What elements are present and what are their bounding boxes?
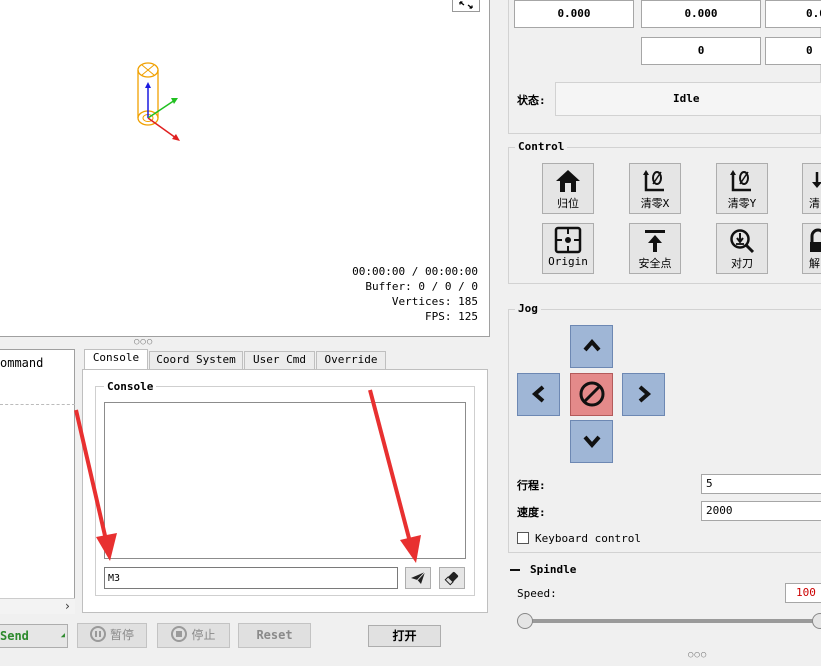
origin-icon — [554, 226, 582, 254]
jog-speed-label: 速度: — [517, 506, 546, 519]
travel-label: 行程: — [517, 479, 546, 492]
zero-x-icon — [643, 170, 664, 192]
collapse-icon[interactable] — [510, 569, 520, 571]
vertices-readout: Vertices: 185 — [391, 295, 478, 308]
state-value: Idle — [673, 92, 700, 105]
zero-y-icon — [730, 170, 751, 192]
vertical-splitter-handle[interactable]: ○○○ — [688, 650, 707, 660]
3d-viewport[interactable]: 00:00:00 / 00:00:00 Buffer: 0 / 0 / 0 Ve… — [0, 0, 490, 337]
column-header-command: ommand — [0, 356, 44, 370]
spindle-speed-input[interactable]: 100 — [785, 583, 821, 603]
eraser-icon — [444, 571, 459, 586]
clear-console-button[interactable] — [439, 567, 465, 589]
zero-y-button[interactable]: 清零Y — [716, 163, 768, 214]
zero-z-icon — [812, 172, 821, 188]
chevron-left-icon — [531, 385, 544, 403]
buffer-readout: Buffer: 0 / 0 / 0 — [365, 280, 478, 293]
time-readout: 00:00:00 / 00:00:00 — [352, 265, 478, 278]
tab-override[interactable]: Override — [316, 351, 386, 369]
tab-console[interactable]: Console — [84, 349, 148, 370]
slider-min-handle[interactable] — [517, 613, 533, 629]
command-input[interactable] — [104, 567, 398, 589]
work-x-display: 0.000 — [514, 0, 634, 28]
probe-label: 对刀 — [731, 257, 753, 270]
chevron-right-icon — [638, 385, 651, 403]
probe-button[interactable]: 对刀 — [716, 223, 768, 274]
pause-label: 暂停 — [109, 628, 134, 642]
keyboard-control-label: Keyboard control — [535, 532, 641, 545]
tab-user-cmd[interactable]: User Cmd — [244, 351, 315, 369]
send-command-button[interactable] — [405, 567, 431, 589]
zero-x-label: 清零X — [640, 197, 670, 210]
control-group-title: Control — [515, 140, 568, 153]
spindle-speed-label: Speed: — [517, 587, 557, 600]
jog-right-button[interactable] — [622, 373, 665, 416]
unlock-icon — [810, 228, 821, 252]
open-port-button[interactable]: 打开 — [368, 625, 441, 647]
fps-readout: FPS: 125 — [425, 310, 478, 323]
divider — [0, 404, 75, 405]
unlock-label: 解 — [809, 257, 820, 270]
send-label: Send — [0, 629, 29, 643]
send-button[interactable]: Send ◢ — [0, 624, 68, 648]
stop-label: 停止 — [191, 628, 216, 642]
fullscreen-icon[interactable] — [452, 0, 480, 12]
work-y-display: 0.000 — [641, 0, 761, 28]
spindle-speed-slider[interactable] — [522, 619, 821, 623]
jog-down-button[interactable] — [570, 420, 613, 463]
zero-y-label: 清零Y — [727, 197, 757, 210]
probe-icon — [730, 229, 755, 254]
origin-label: Origin — [548, 255, 588, 268]
paper-plane-icon — [411, 571, 426, 584]
console-group-title: Console — [104, 380, 157, 393]
machine-y-display: 0 — [641, 37, 761, 65]
travel-input[interactable]: 5 — [701, 474, 821, 494]
home-label: 归位 — [557, 197, 579, 210]
stop-sign-icon — [579, 381, 604, 407]
jog-stop-button[interactable] — [570, 373, 613, 416]
unlock-button[interactable]: 解 — [802, 223, 821, 274]
stop-icon — [171, 626, 188, 642]
home-icon — [556, 170, 580, 192]
reset-button[interactable]: Reset — [238, 623, 311, 648]
safe-position-button[interactable]: 安全点 — [629, 223, 681, 274]
scroll-right-icon[interactable]: › — [64, 599, 71, 613]
safe-position-icon — [645, 230, 665, 252]
spindle-group-title: Spindle — [527, 563, 580, 576]
tab-coord-system[interactable]: Coord System — [149, 351, 243, 369]
zero-z-label: 清 — [809, 197, 820, 210]
jog-speed-input[interactable]: 2000 — [701, 501, 821, 521]
state-display: Idle — [555, 82, 821, 116]
horizontal-scrollbar[interactable]: › — [0, 598, 75, 614]
home-button[interactable]: 归位 — [542, 163, 594, 214]
chevron-up-icon — [582, 338, 601, 352]
jog-up-button[interactable] — [570, 325, 613, 368]
stop-button[interactable]: 停止 — [157, 623, 230, 648]
horizontal-splitter-handle[interactable]: ○○○ — [134, 337, 153, 347]
origin-button[interactable]: Origin — [542, 223, 594, 274]
work-z-display: 0.0 — [765, 0, 821, 28]
keyboard-control-checkbox[interactable] — [517, 532, 529, 544]
jog-left-button[interactable] — [517, 373, 560, 416]
console-output[interactable] — [104, 402, 466, 559]
dropdown-icon: ◢ — [60, 631, 65, 639]
zero-x-button[interactable]: 清零X — [629, 163, 681, 214]
zero-z-button[interactable]: 清 — [802, 163, 821, 214]
program-list[interactable]: ommand — [0, 349, 75, 614]
safe-position-label: 安全点 — [638, 257, 672, 270]
state-label: 状态: — [517, 94, 546, 107]
chevron-down-icon — [582, 435, 601, 449]
slider-max-handle[interactable] — [812, 613, 821, 629]
tool-model — [137, 62, 180, 141]
jog-group-title: Jog — [515, 302, 541, 315]
machine-z-display: 0 — [765, 37, 821, 65]
pause-icon — [89, 626, 106, 642]
pause-button[interactable]: 暂停 — [77, 623, 147, 648]
